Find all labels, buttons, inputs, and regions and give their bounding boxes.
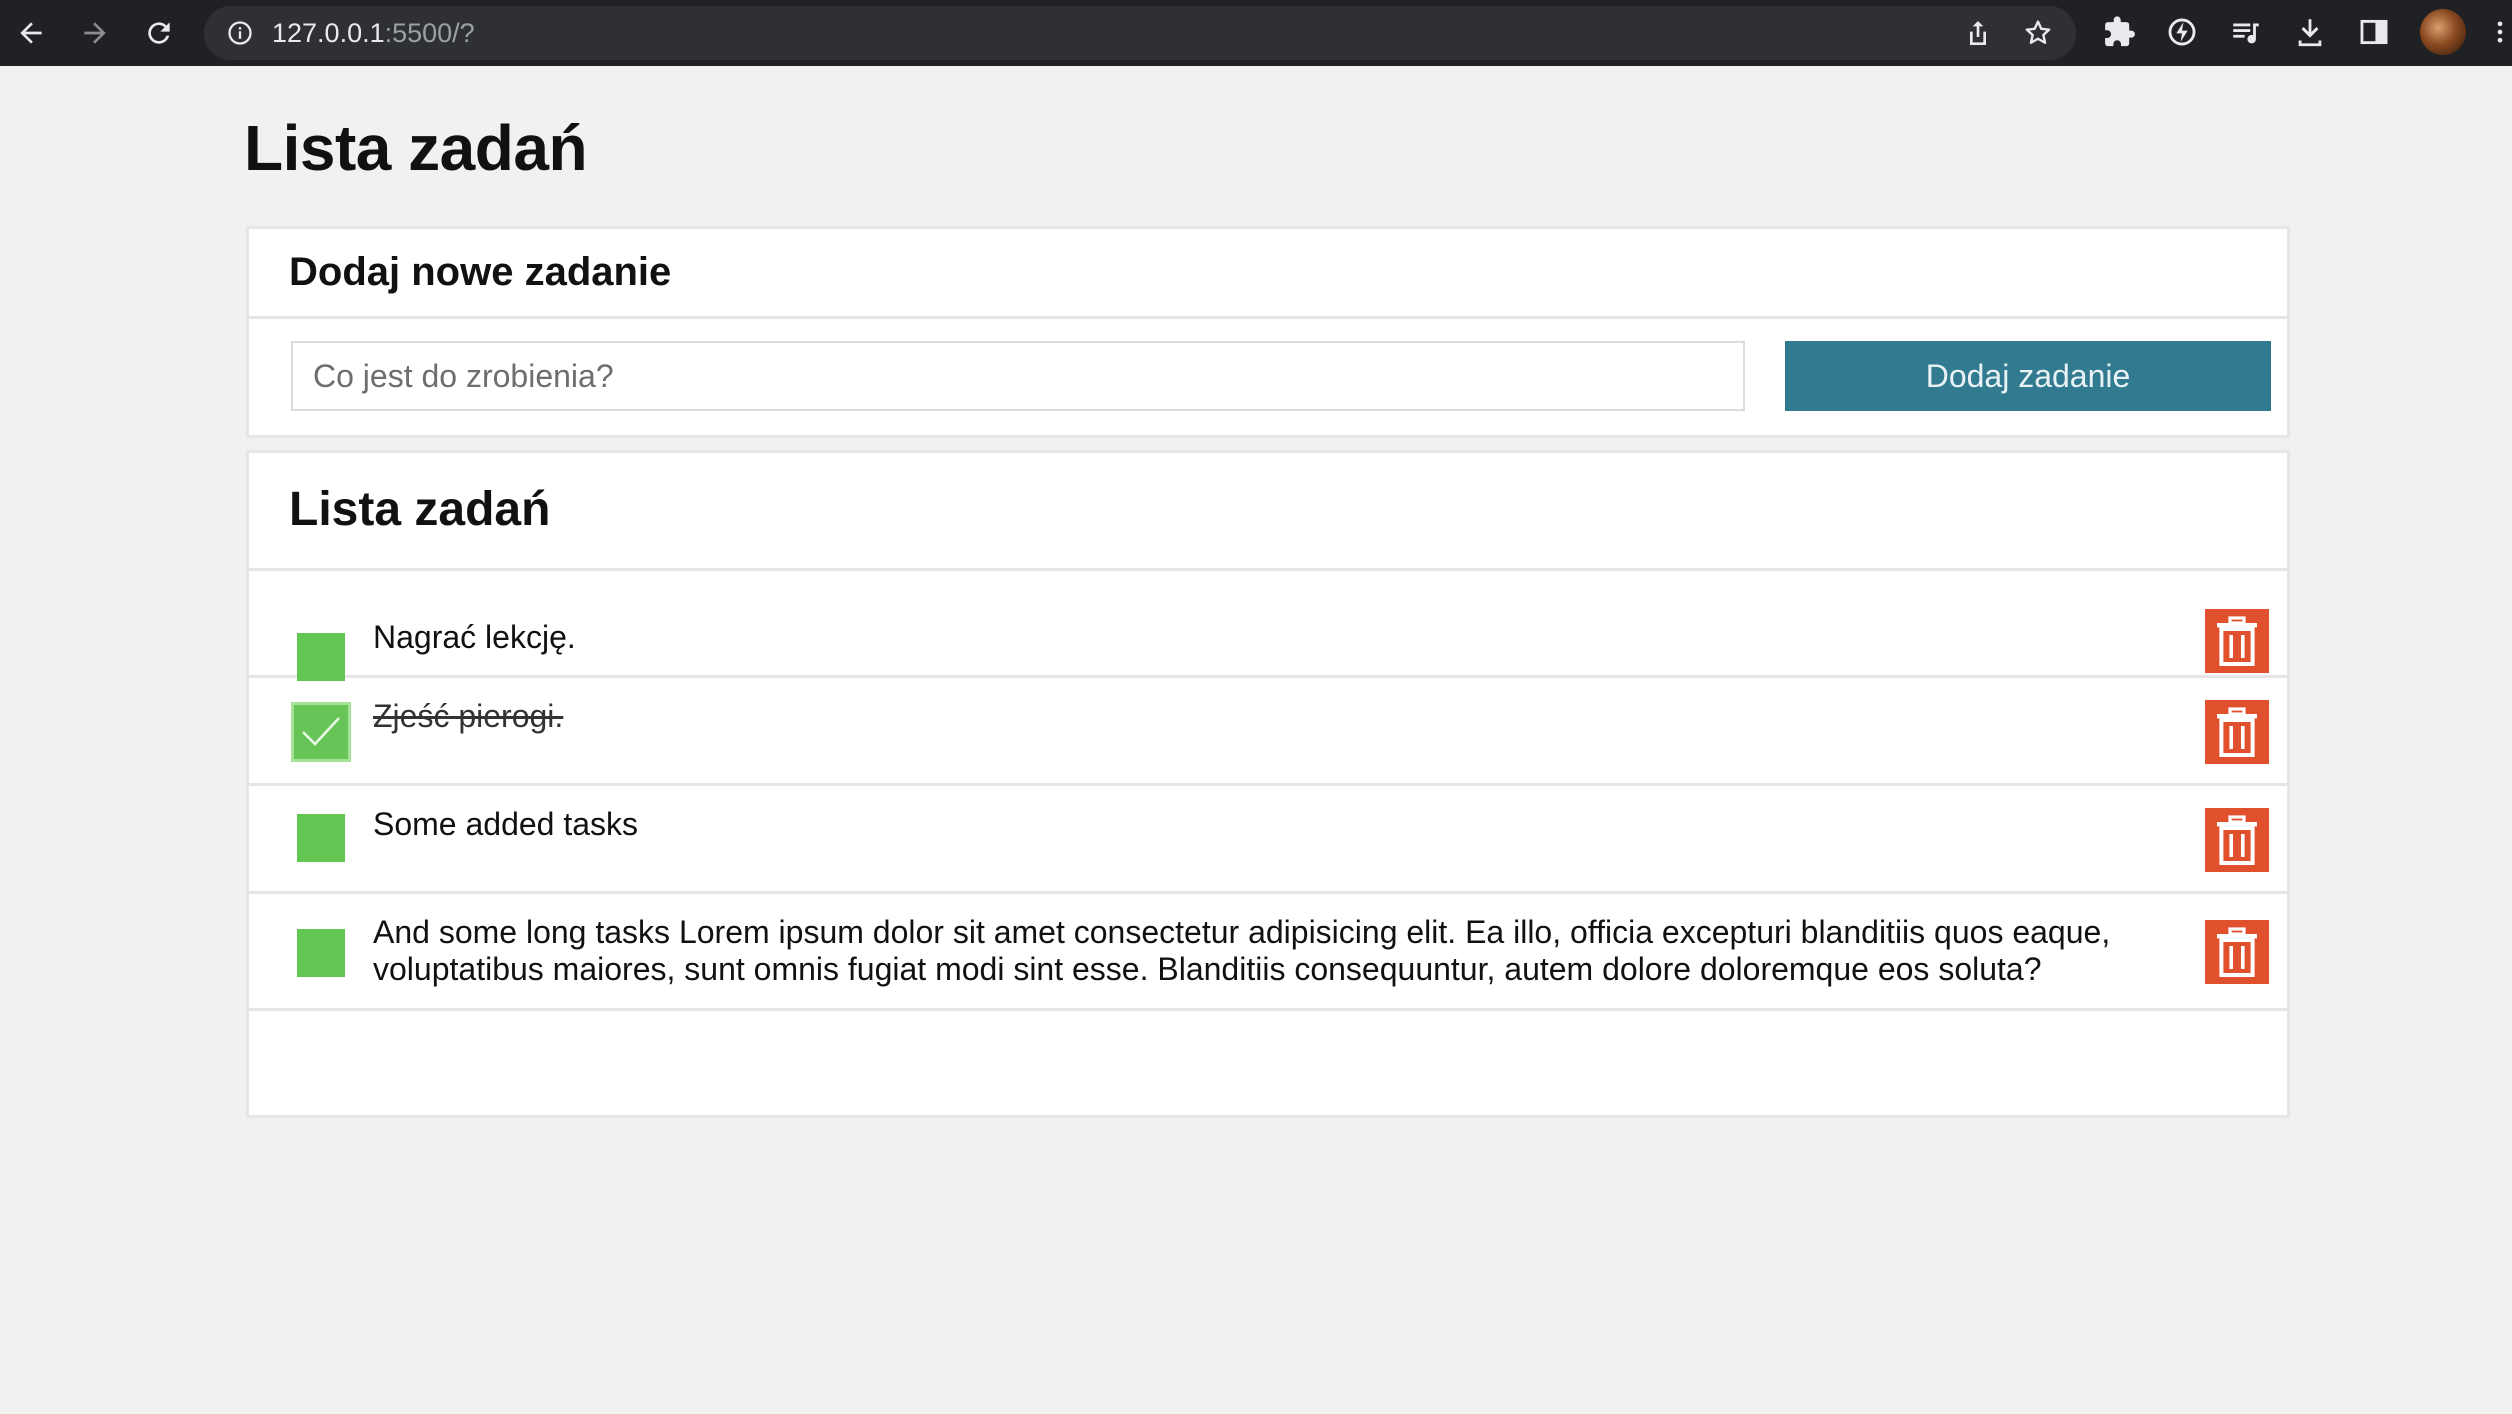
add-task-heading: Dodaj nowe zadanie xyxy=(289,250,672,294)
url-host: 127.0.0.1 xyxy=(272,18,385,48)
trash-icon xyxy=(2217,815,2257,865)
task-text: Some added tasks xyxy=(373,806,639,842)
url-path: :5500/? xyxy=(384,18,475,48)
menu-kebab-icon xyxy=(2497,21,2503,43)
delete-task-button[interactable] xyxy=(2205,609,2269,673)
add-task-button[interactable]: Dodaj zadanie xyxy=(1785,341,2271,411)
task-checkbox[interactable] xyxy=(297,814,345,862)
forward-arrow-icon xyxy=(84,22,106,44)
extensions-button[interactable] xyxy=(2100,12,2140,52)
task-checkbox[interactable] xyxy=(297,633,345,681)
delete-task-button[interactable] xyxy=(2205,808,2269,872)
task-checkbox[interactable] xyxy=(297,929,345,977)
task-list-header: Lista zadań xyxy=(249,453,2287,571)
task-row: Some added tasks xyxy=(249,786,2287,894)
side-panel-icon xyxy=(2360,19,2388,45)
task-row: Nagrać lekcję. xyxy=(249,571,2287,681)
profile-avatar[interactable] xyxy=(2420,9,2466,55)
task-text: Nagrać lekcję. xyxy=(373,619,576,655)
url-text[interactable]: 127.0.0.1:5500/? xyxy=(272,18,475,48)
reload-icon xyxy=(148,22,170,44)
task-list-heading: Lista zadań xyxy=(289,483,551,536)
forward-button[interactable] xyxy=(70,8,120,58)
add-task-header: Dodaj nowe zadanie xyxy=(249,229,2287,319)
back-button[interactable] xyxy=(6,8,56,58)
downloads-button[interactable] xyxy=(2290,12,2330,52)
trash-icon xyxy=(2217,927,2257,977)
browser-menu-button[interactable] xyxy=(2488,12,2512,52)
task-checkbox-checked[interactable] xyxy=(291,702,351,762)
performance-icon xyxy=(2168,18,2196,46)
new-task-input[interactable] xyxy=(291,341,1745,411)
address-bar[interactable]: 127.0.0.1:5500/? xyxy=(204,6,2076,60)
task-text: And some long tasks Lorem ipsum dolor si… xyxy=(373,914,2111,987)
delete-task-button[interactable] xyxy=(2205,920,2269,984)
side-panel-button[interactable] xyxy=(2354,12,2394,52)
extensions-puzzle-icon xyxy=(2105,16,2135,47)
add-task-card: Dodaj nowe zadanie Dodaj zadanie xyxy=(246,226,2290,438)
delete-task-button[interactable] xyxy=(2205,700,2269,764)
task-list-card: Lista zadań Nagrać lekcję. Zjeść pierogi… xyxy=(246,450,2290,1118)
page-title: Lista zadań xyxy=(244,112,588,184)
trash-icon xyxy=(2217,616,2257,666)
site-info-icon[interactable] xyxy=(226,19,254,47)
task-list: Nagrać lekcję. Zjeść pierogi. Some added… xyxy=(249,571,2287,1011)
trash-icon xyxy=(2217,707,2257,757)
task-row: Zjeść pierogi. xyxy=(249,678,2287,786)
bookmark-star-icon[interactable] xyxy=(2022,17,2054,49)
performance-button[interactable] xyxy=(2162,12,2202,52)
task-text-completed: Zjeść pierogi. xyxy=(373,698,564,734)
download-icon xyxy=(2298,19,2322,47)
share-icon[interactable] xyxy=(1962,17,1994,49)
reload-button[interactable] xyxy=(134,8,184,58)
back-arrow-icon xyxy=(20,22,42,44)
task-row: And some long tasks Lorem ipsum dolor si… xyxy=(249,894,2287,1011)
reading-list-icon xyxy=(2233,23,2259,44)
browser-toolbar: 127.0.0.1:5500/? xyxy=(0,0,2512,66)
reading-list-button[interactable] xyxy=(2226,12,2266,52)
checkmark-icon xyxy=(302,717,340,746)
